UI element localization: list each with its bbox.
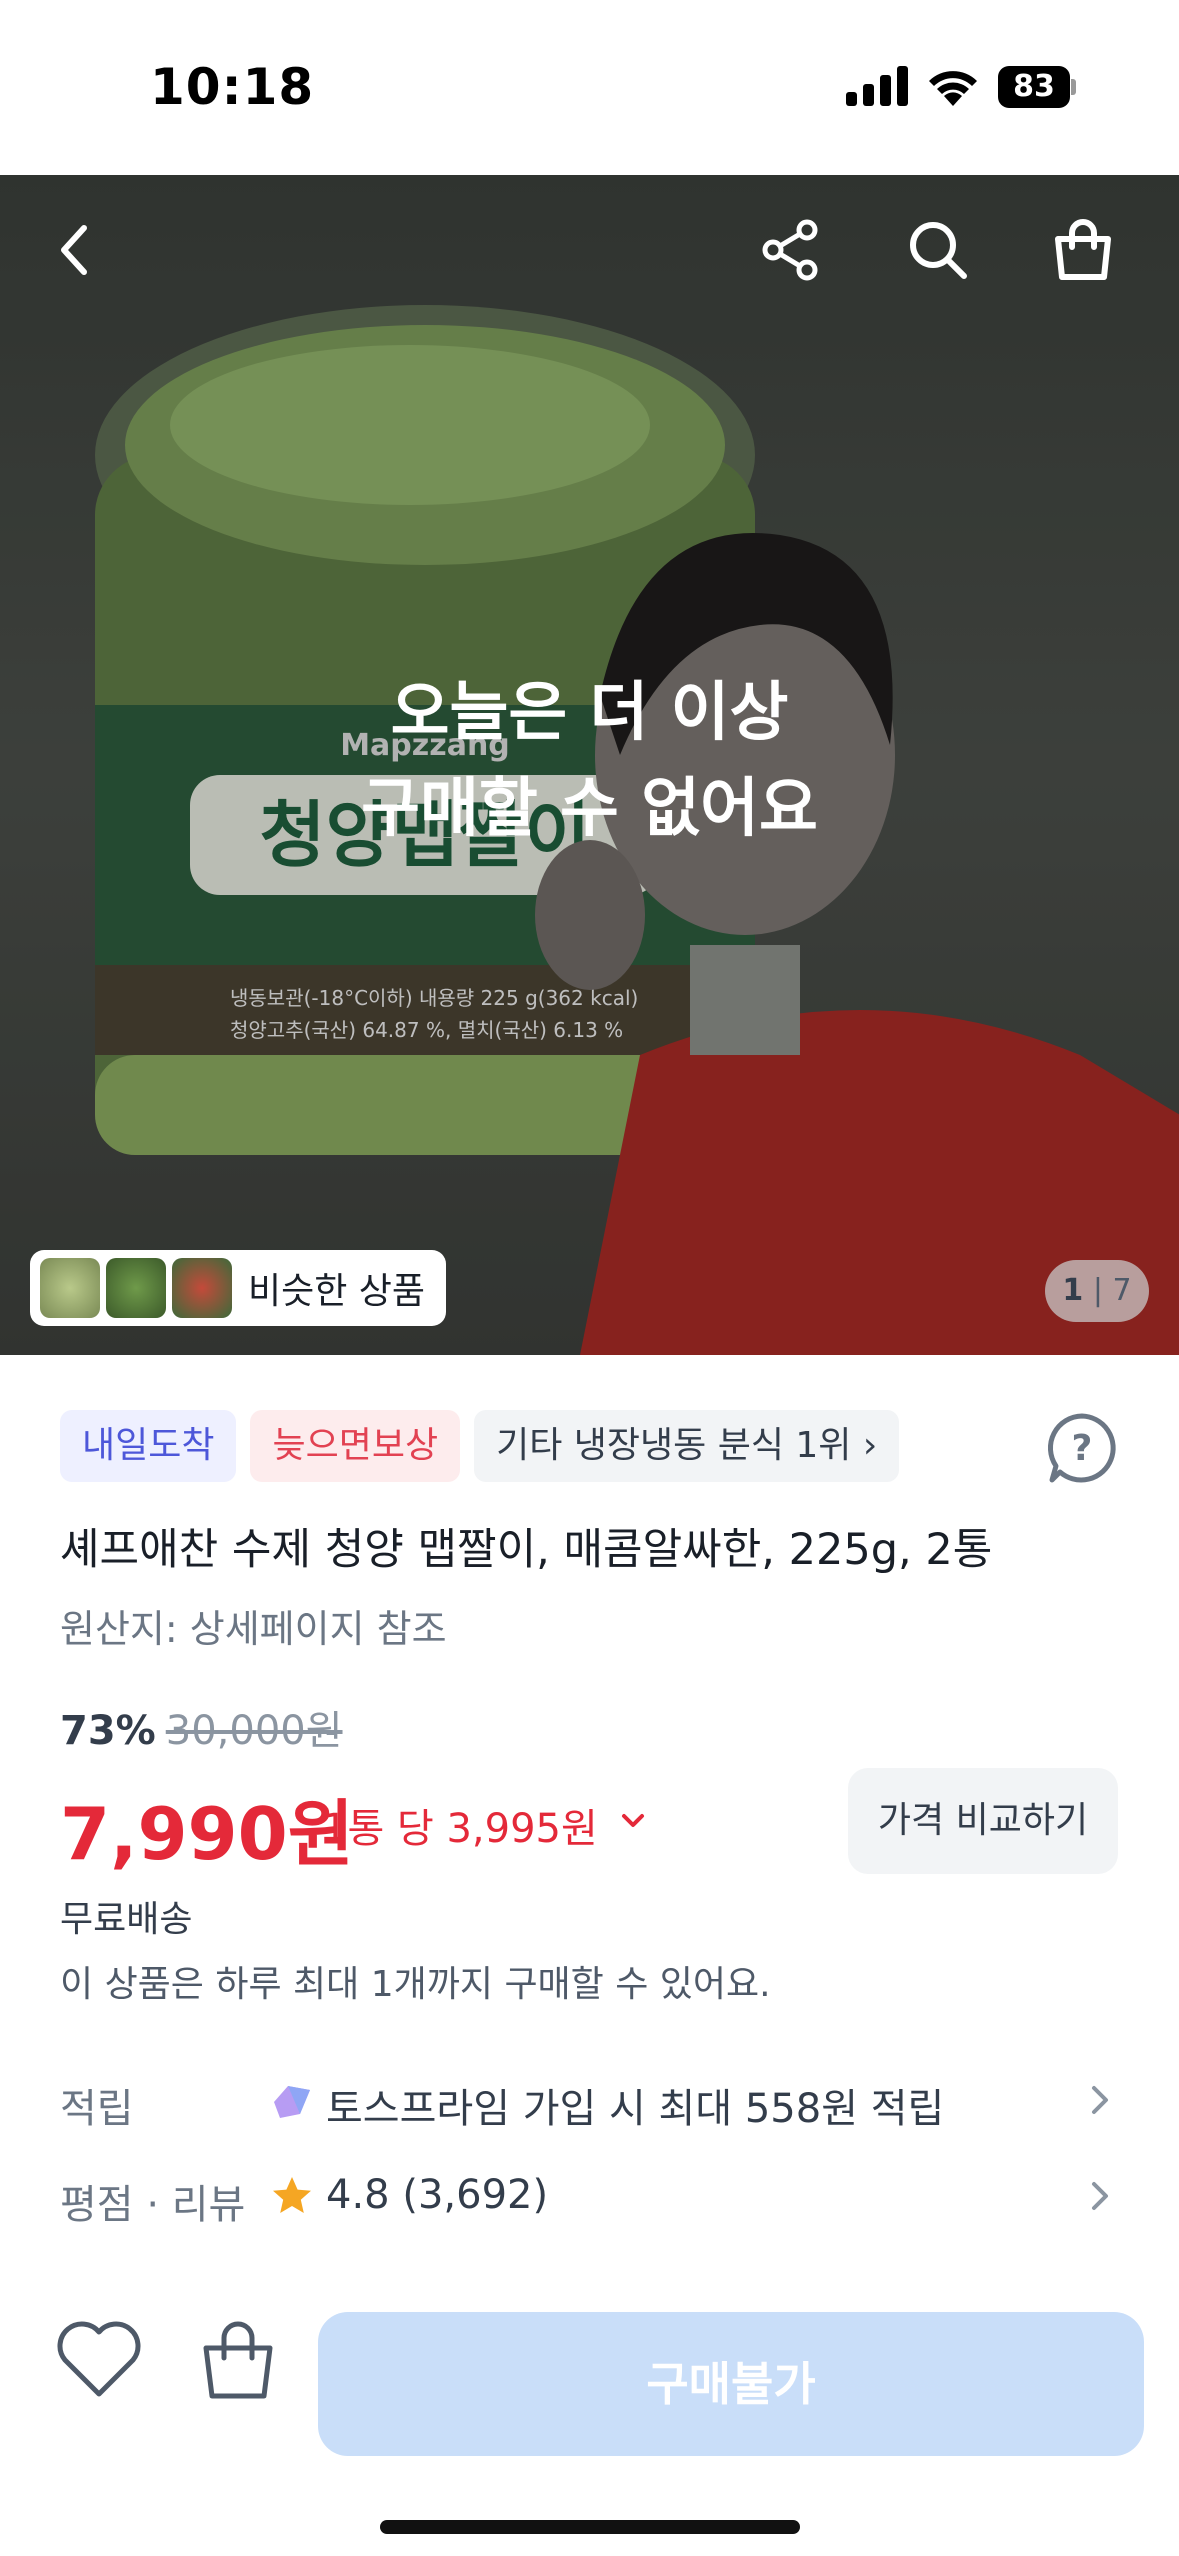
purchase-limit-message: 오늘은 더 이상 구매할 수 없어요: [361, 676, 818, 846]
review-count: (3,692): [402, 2172, 549, 2218]
similar-thumb-3: [172, 1258, 232, 1318]
product-tags: 내일도착 늦으면보상 기타 냉장냉동 분식 1위 ›: [60, 1410, 913, 1482]
purchase-limit-note: 이 상품은 하루 최대 1개까지 구매할 수 있어요.: [60, 1964, 771, 2005]
original-price: 30,000원: [165, 1708, 343, 1754]
product-title: 셰프애찬 수제 청양 맵짤이, 매콤알싸한, 225g, 2통: [60, 1525, 993, 1575]
product-hero-image[interactable]: 청양맵짤이 Mapzzang 냉동보관(-18°C이하) 내용량 225 g(3…: [0, 175, 1179, 1355]
unit-price[interactable]: 1통 당 3,995원: [322, 1796, 598, 1854]
similar-products-button[interactable]: 비슷한 상품: [30, 1250, 446, 1326]
chevron-right-icon: [1092, 2086, 1108, 2114]
battery-icon: 83: [998, 66, 1076, 108]
points-text: 토스프라임 가입 시 최대 558원 적립: [326, 2086, 945, 2132]
similar-thumb-2: [106, 1258, 166, 1318]
review-label: 평점 · 리뷰: [60, 2182, 246, 2228]
back-button[interactable]: [30, 205, 120, 295]
chevron-down-icon[interactable]: [618, 1806, 648, 1836]
wifi-icon: [929, 71, 977, 106]
image-pager: 1 | 7: [1045, 1260, 1149, 1322]
signal-icon: [846, 66, 908, 106]
status-time: 10:18: [150, 58, 315, 116]
home-indicator: [380, 2520, 800, 2534]
chevron-left-icon: [61, 225, 87, 275]
similar-products-label: 비슷한 상품: [248, 1271, 426, 1312]
search-button[interactable]: [893, 205, 983, 295]
help-button[interactable]: ?: [1044, 1410, 1120, 1486]
status-bar: 10:18 83: [0, 0, 1179, 175]
discount-line: 73% 30,000원: [60, 1698, 343, 1756]
chevron-right-icon: [1092, 2182, 1108, 2210]
share-button[interactable]: [746, 205, 836, 295]
rating-summary: 4.8 (3,692): [326, 2172, 548, 2218]
tag-category-rank[interactable]: 기타 냉장냉동 분식 1위 ›: [474, 1410, 900, 1482]
battery-level: 83: [998, 66, 1070, 108]
shipping-info: 무료배송: [60, 1899, 193, 1940]
tag-late-compensation: 늦으면보상: [250, 1410, 461, 1482]
toss-prime-icon: [274, 2086, 310, 2118]
tag-next-day: 내일도착: [60, 1410, 237, 1482]
product-origin: 원산지: 상세페이지 참조: [60, 1607, 447, 1651]
wishlist-heart-icon[interactable]: [55, 2320, 143, 2400]
bottom-action-bar: 구매불가: [0, 2250, 1179, 2556]
similar-thumb-1: [40, 1258, 100, 1318]
sale-price: 7,990원: [60, 1792, 354, 1876]
discount-percent: 73%: [60, 1708, 156, 1754]
search-icon: [910, 222, 967, 279]
add-to-cart-icon[interactable]: [196, 2318, 280, 2402]
svg-text:?: ?: [1072, 1428, 1093, 1469]
rating-value: 4.8: [326, 2172, 390, 2218]
price-compare-button[interactable]: 가격 비교하기: [848, 1768, 1118, 1874]
cart-button[interactable]: [1038, 205, 1128, 295]
points-label: 적립: [60, 2086, 134, 2132]
share-icon: [762, 219, 818, 281]
buy-button[interactable]: 구매불가: [318, 2312, 1144, 2456]
shopping-bag-icon: [1055, 219, 1111, 280]
star-icon: [273, 2177, 311, 2213]
